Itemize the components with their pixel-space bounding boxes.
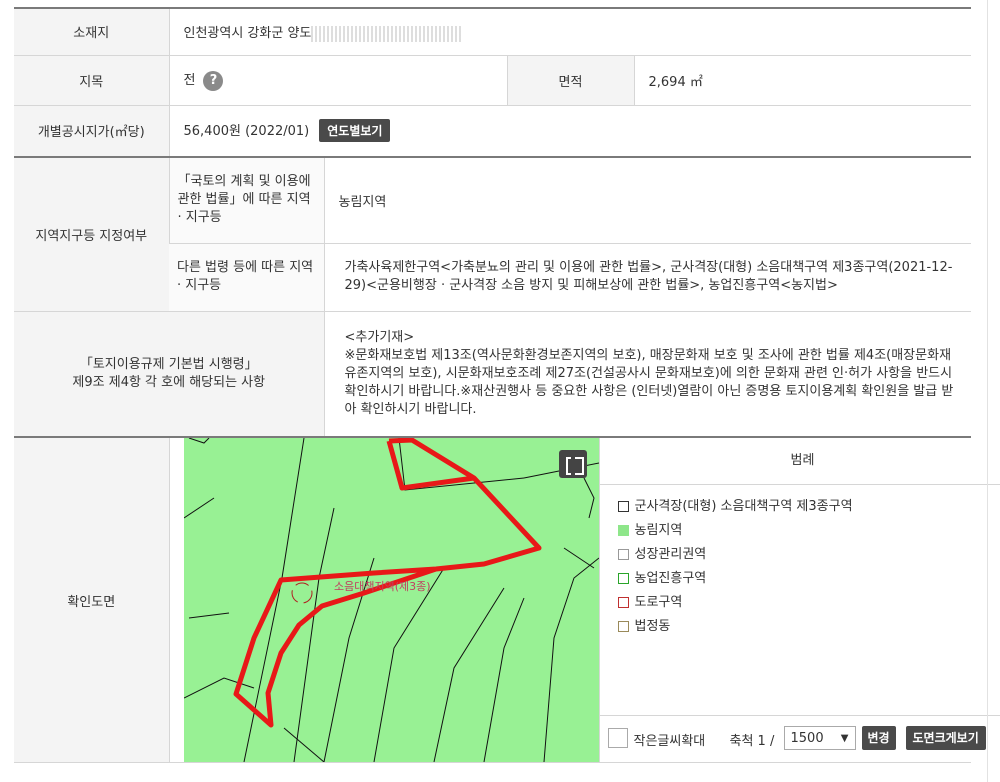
legend-item: 도로구역 — [617, 591, 1000, 615]
category-value-cell: 전? — [168, 55, 507, 106]
price-value: 56,400원 (2022/01) — [183, 124, 310, 140]
zoning-label: 지역지구등 지정여부 — [14, 156, 169, 312]
legend-item-label: 법정동 — [634, 619, 671, 634]
legend-swatch — [617, 501, 629, 512]
legend-item: 농림지역 — [617, 519, 1000, 543]
help-icon[interactable]: ? — [203, 70, 224, 91]
map-controls: 작은글씨확대 축척 1 / 1500 ▼ 변경 도면크게보기 — [599, 715, 1000, 762]
legend-item: 군사격장(대형) 소음대책구역 제3종구역 — [617, 495, 1000, 519]
location-value: 인천광역시 강화군 양도 — [168, 7, 971, 56]
legend-item-label: 도로구역 — [634, 595, 683, 610]
regulation-value-body: ※문화재보호법 제13조(역사문화환경보존지역의 보호), 매장문화재 보호 및… — [344, 347, 954, 417]
map-label: 확인도면 — [14, 436, 169, 763]
yearly-view-button[interactable]: 연도별보기 — [319, 119, 391, 143]
price-value-cell: 56,400원 (2022/01) 연도별보기 — [168, 105, 971, 158]
land-info-table: 소재지 인천광역시 강화군 양도 지목 전? 면적 2,694 ㎡ 개별공시지가… — [14, 7, 1000, 763]
enlarge-map-button[interactable]: 도면크게보기 — [905, 726, 986, 750]
land-use-plan-panel: 소재지 인천광역시 강화군 양도 지목 전? 면적 2,694 ㎡ 개별공시지가… — [14, 7, 1000, 763]
scale-value: 1500 — [790, 731, 824, 746]
legend-list: 군사격장(대형) 소음대책구역 제3종구역 농림지역 성장관리권역 농업진흥구역… — [600, 485, 1000, 639]
legend-swatch — [617, 573, 629, 584]
category-value: 전 — [183, 73, 196, 89]
change-scale-button[interactable]: 변경 — [861, 726, 896, 750]
area-value: 2,694 ㎡ — [633, 55, 971, 106]
map-drawing: 소음대책지역(제3종) — [183, 438, 599, 762]
map-view[interactable]: 소음대책지역(제3종) — [183, 438, 599, 762]
zoning-sub2-label: 다른 법령 등에 따른 지역 · 지구등 — [169, 243, 324, 312]
legend-item-label: 군사격장(대형) 소음대책구역 제3종구역 — [634, 499, 853, 514]
location-label: 소재지 — [14, 7, 169, 56]
scale-label: 축척 1 / — [729, 734, 775, 749]
regulation-label-line1: 「토지이용규제 기본법 시행령」 — [79, 356, 258, 372]
legend-item: 법정동 — [617, 615, 1000, 639]
scrollbar-track[interactable] — [987, 0, 988, 782]
area-label: 면적 — [506, 55, 634, 106]
legend-item: 농업진흥구역 — [617, 567, 1000, 591]
redacted-address — [311, 25, 462, 42]
legend-item-label: 농업진흥구역 — [634, 571, 707, 586]
small-text-checkbox[interactable] — [607, 728, 628, 748]
map-annotation: 소음대책지역(제3종) — [334, 580, 431, 593]
price-label: 개별공시지가(㎡당) — [14, 105, 169, 158]
legend-swatch — [617, 525, 629, 536]
location-text: 인천광역시 강화군 양도 — [183, 26, 312, 41]
map-cell: 소음대책지역(제3종) 범례 군사격장(대형) 소음대책구역 제3종구역 농림지… — [168, 436, 1000, 763]
legend-item-label: 농림지역 — [634, 523, 683, 538]
regulation-value: <추가기재> ※문화재보호법 제13조(역사문화환경보존지역의 보호), 매장문… — [323, 311, 971, 438]
legend-swatch — [617, 597, 629, 608]
zoning-sub1-value: 농림지역 — [323, 156, 971, 244]
fullscreen-icon[interactable] — [558, 450, 587, 478]
regulation-value-title: <추가기재> — [344, 329, 415, 345]
category-label: 지목 — [14, 55, 169, 106]
legend-swatch — [617, 621, 629, 632]
small-text-label: 작은글씨확대 — [633, 734, 706, 749]
legend-title: 범례 — [599, 438, 1000, 485]
scale-select[interactable]: 1500 ▼ — [783, 726, 856, 750]
regulation-label-line2: 제9조 제4항 각 호에 해당되는 사항 — [72, 374, 266, 390]
regulation-label: 「토지이용규제 기본법 시행령」 제9조 제4항 각 호에 해당되는 사항 — [14, 311, 324, 438]
legend-item: 성장관리권역 — [617, 543, 1000, 567]
legend-item-label: 성장관리권역 — [634, 547, 707, 562]
map-container: 소음대책지역(제3종) 범례 군사격장(대형) 소음대책구역 제3종구역 농림지… — [183, 438, 1000, 762]
legend-swatch — [617, 549, 629, 560]
chevron-down-icon: ▼ — [840, 733, 849, 744]
legend-panel: 범례 군사격장(대형) 소음대책구역 제3종구역 농림지역 성장관리권역 농업진… — [598, 438, 1000, 762]
zoning-sub1-label: 「국토의 계획 및 이용에 관한 법률」에 따른 지역 · 지구등 — [168, 156, 324, 244]
zoning-sub2-value: 가축사육제한구역<가축분뇨의 관리 및 이용에 관한 법률>, 군사격장(대형)… — [323, 243, 971, 312]
